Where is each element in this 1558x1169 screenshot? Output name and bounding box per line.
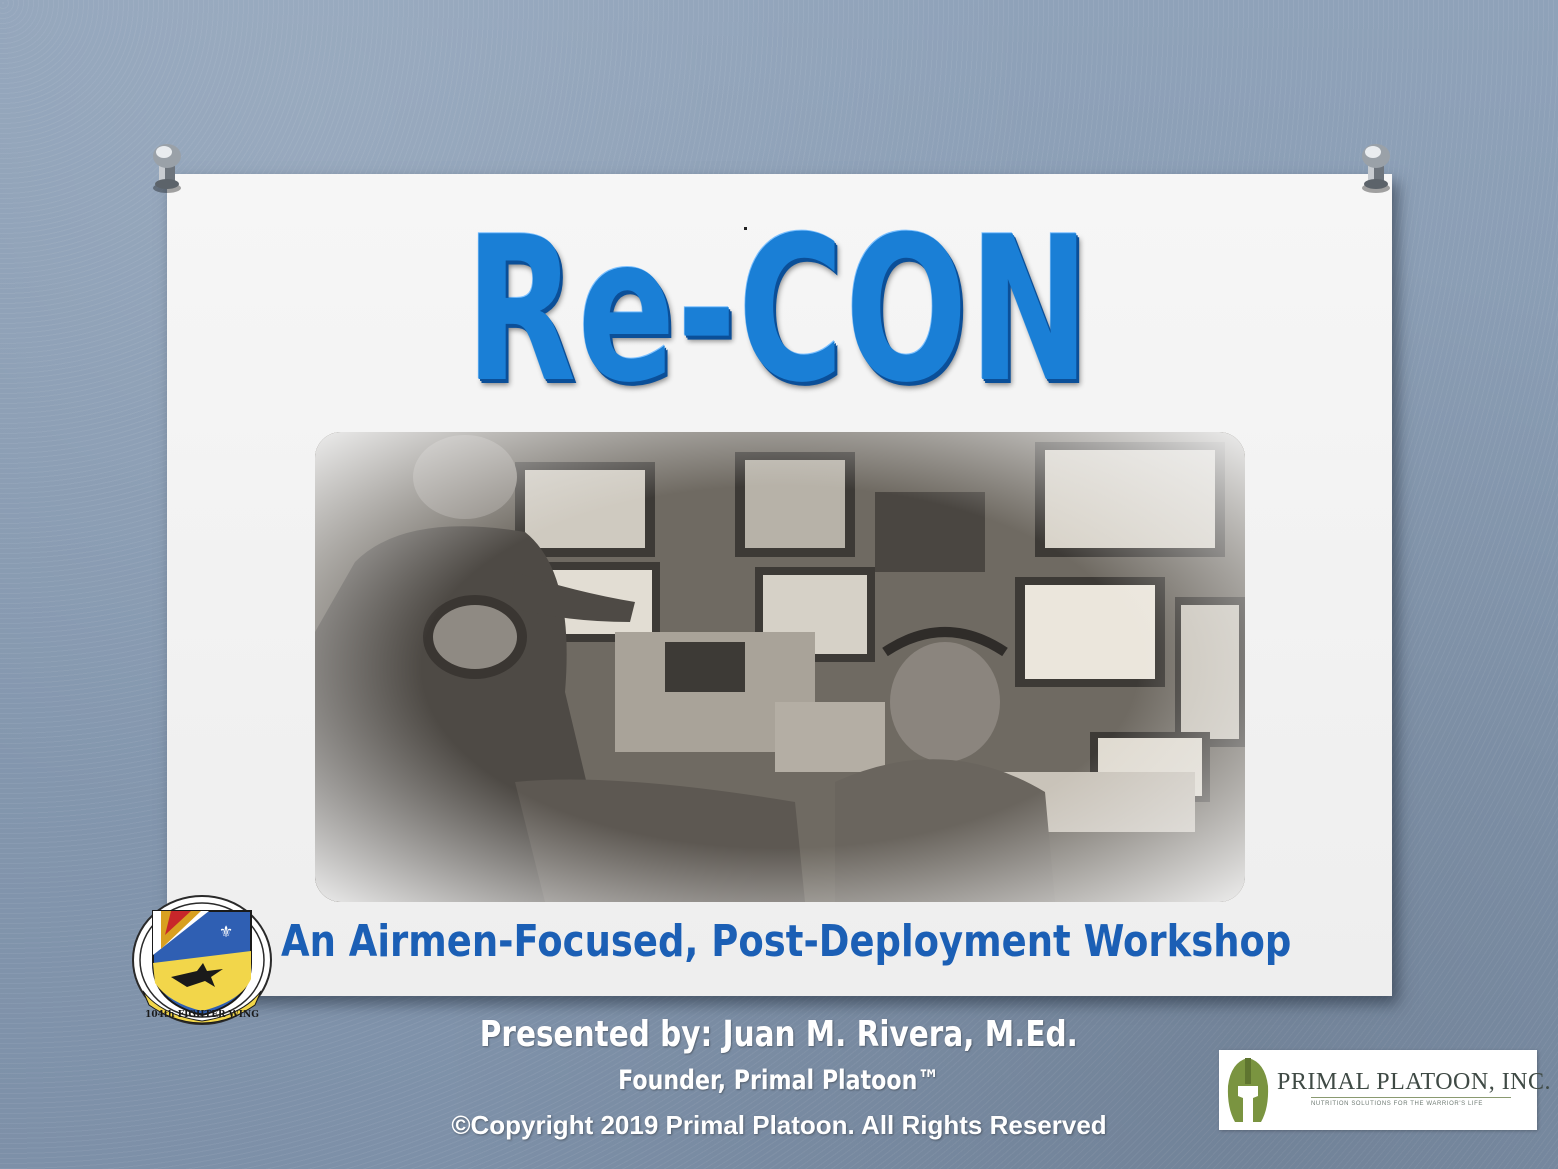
company-logo: PRIMAL PLATOON, INC. NUTRITION SOLUTIONS… — [1219, 1050, 1551, 1130]
push-pin-icon — [153, 144, 181, 193]
slide-title: Re-CON — [465, 194, 1091, 427]
company-tagline: NUTRITION SOLUTIONS FOR THE WARRIOR'S LI… — [1311, 1101, 1484, 1107]
slide-subtitle: An Airmen-Focused, Post-Deployment Works… — [281, 916, 1292, 967]
svg-text:⚜: ⚜ — [219, 922, 233, 941]
company-divider — [1311, 1097, 1511, 1098]
spartan-helmet-icon — [1227, 1058, 1269, 1122]
control-room-photo — [315, 432, 1245, 902]
push-pin-icon — [1362, 144, 1390, 193]
fighter-wing-shield-icon: ⚜ ⚜ ⚜ 104th FIGHTER WING — [132, 895, 272, 1025]
company-name: PRIMAL PLATOON, INC. — [1277, 1069, 1552, 1095]
